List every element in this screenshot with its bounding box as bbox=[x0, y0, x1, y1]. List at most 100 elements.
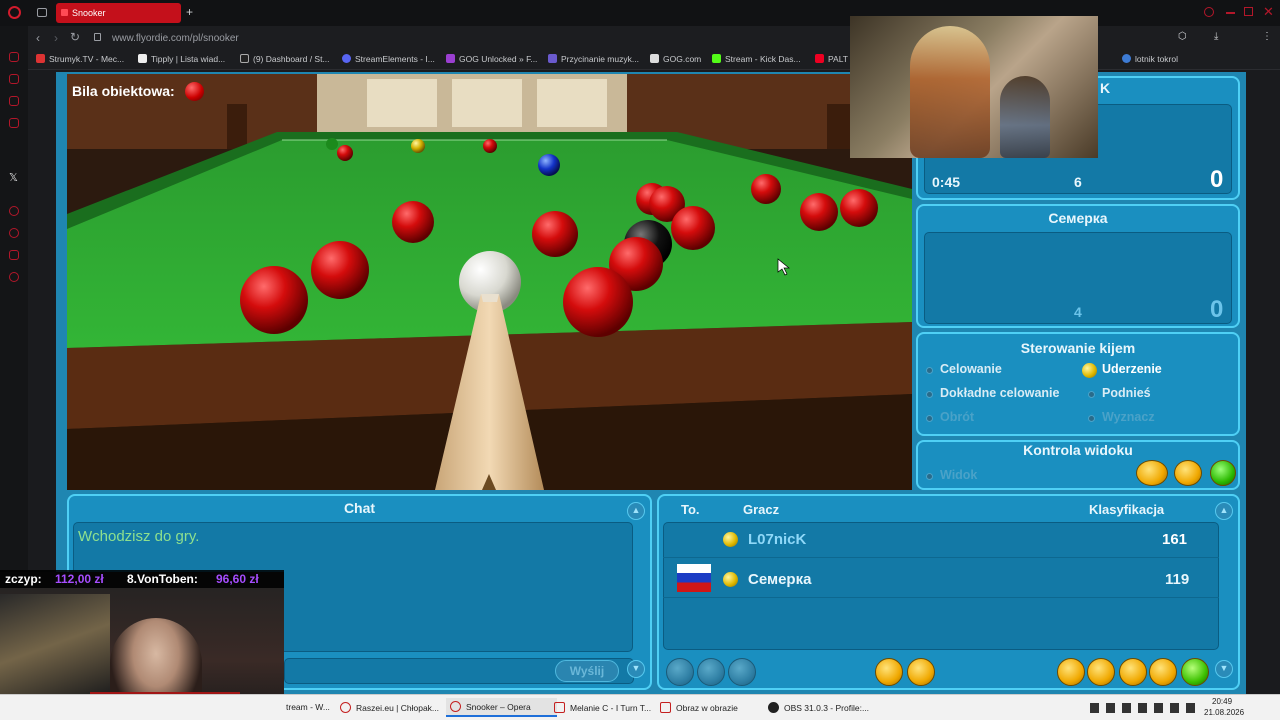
bookmark-gog[interactable]: GOG.com bbox=[650, 54, 701, 64]
tab-switcher-icon[interactable] bbox=[37, 8, 47, 17]
rotate-view-button[interactable] bbox=[1174, 460, 1202, 486]
option-podnies[interactable]: Podnieś bbox=[1102, 386, 1151, 400]
clock-time[interactable]: 20:49 bbox=[1212, 697, 1232, 706]
video-figure bbox=[1000, 76, 1050, 158]
chat-scroll-up-icon[interactable]: ▲ bbox=[627, 502, 645, 520]
tray-icons[interactable] bbox=[1090, 703, 1200, 713]
player1-timer: 0:45 bbox=[932, 174, 961, 190]
menu-icon[interactable]: ⋮ bbox=[1262, 31, 1272, 42]
history-icon[interactable] bbox=[9, 228, 19, 238]
invite-icon[interactable] bbox=[666, 658, 694, 686]
player-rating: 119 bbox=[1165, 571, 1190, 588]
option-widok[interactable]: Widok bbox=[940, 468, 977, 482]
sound-icon[interactable] bbox=[907, 658, 935, 686]
window-search-icon[interactable] bbox=[1204, 7, 1214, 17]
picture-in-picture-video[interactable] bbox=[850, 16, 1098, 158]
tab-title: Snooker bbox=[72, 8, 106, 18]
new-table-icon[interactable] bbox=[1057, 658, 1085, 686]
bookmark-strumyk[interactable]: Strumyk.TV - Mec... bbox=[36, 54, 124, 64]
help-icon[interactable] bbox=[1149, 658, 1177, 686]
bookmark-palt[interactable]: PALT bbox=[815, 54, 848, 64]
radio-dokladne[interactable] bbox=[926, 391, 933, 398]
top-view-button[interactable] bbox=[1210, 460, 1236, 486]
tab-snooker[interactable]: Snooker bbox=[56, 3, 181, 23]
close-icon[interactable]: ✕ bbox=[1263, 4, 1274, 20]
chat-bubble-icon[interactable] bbox=[1119, 658, 1147, 686]
player1-ball-count: 6 bbox=[1074, 174, 1082, 190]
reload-icon[interactable]: ↻ bbox=[70, 30, 80, 44]
object-ball-indicator-icon bbox=[185, 82, 204, 101]
bookmark-przycinanie[interactable]: Przycinanie muzyk... bbox=[548, 54, 639, 64]
profile-icon[interactable] bbox=[697, 658, 725, 686]
snooker-favicon-icon bbox=[61, 9, 68, 16]
clock-date[interactable]: 21.08.2026 bbox=[1204, 708, 1244, 717]
pinboard-icon[interactable] bbox=[9, 250, 19, 260]
messenger-icon[interactable] bbox=[9, 52, 19, 62]
opera-logo-icon[interactable] bbox=[8, 6, 21, 19]
bookmark-kick[interactable]: Stream - Kick Das... bbox=[712, 54, 801, 64]
taskbar: tream - W... Raszei.eu | Chłopak... Snoo… bbox=[0, 694, 1280, 720]
donation-ticker: zczyp: 112,00 zł 8.VonToben: 96,60 zł bbox=[0, 570, 284, 588]
ignore-icon[interactable] bbox=[728, 658, 756, 686]
donor-name: 8.VonToben: bbox=[127, 572, 198, 586]
video-figure bbox=[910, 26, 990, 158]
donor-name: zczyp: bbox=[5, 572, 42, 586]
task-melanie[interactable]: Melanie C - I Turn T... bbox=[554, 702, 651, 713]
task-stream[interactable]: tream - W... bbox=[286, 702, 330, 712]
bookmark-lotnik[interactable]: lotnik tokrol bbox=[1122, 54, 1178, 64]
download-icon[interactable]: ⤓ bbox=[1214, 31, 1218, 42]
settings-icon[interactable] bbox=[9, 272, 19, 282]
radio-celowanie[interactable] bbox=[926, 367, 933, 374]
instagram-icon[interactable] bbox=[9, 96, 19, 106]
option-uderzenie[interactable]: Uderzenie bbox=[1102, 362, 1162, 376]
forward-icon[interactable]: › bbox=[54, 31, 58, 45]
task-pip[interactable]: Obraz w obrazie bbox=[660, 702, 738, 713]
player-name[interactable]: L07nicK bbox=[748, 531, 806, 548]
table-scene[interactable] bbox=[67, 74, 912, 490]
chat-send-button[interactable]: Wyślij bbox=[555, 660, 619, 682]
player-status-icon bbox=[723, 532, 738, 547]
radio-obrot[interactable] bbox=[926, 415, 933, 422]
player-name[interactable]: Семерка bbox=[748, 571, 811, 588]
radio-podnies[interactable] bbox=[1088, 391, 1095, 398]
new-tab-button[interactable]: + bbox=[186, 5, 193, 19]
option-celowanie[interactable]: Celowanie bbox=[940, 362, 1002, 376]
players-panel: To. Gracz Klasyfikacja ▲ L07nicK 161 Сем… bbox=[657, 494, 1240, 690]
player-rating: 161 bbox=[1162, 531, 1188, 548]
players-scroll-down-icon[interactable]: ▼ bbox=[1215, 660, 1233, 678]
extensions-icon[interactable]: ⬡ bbox=[1178, 31, 1187, 42]
cue-control-panel: Sterowanie kijem Celowanie Uderzenie Dok… bbox=[916, 332, 1240, 436]
maximize-icon[interactable] bbox=[1244, 7, 1253, 16]
x-twitter-icon[interactable]: 𝕏 bbox=[9, 171, 18, 184]
radio-uderzenie-selected[interactable] bbox=[1082, 363, 1097, 378]
player-status-icon bbox=[723, 572, 738, 587]
minimize-icon[interactable] bbox=[1226, 12, 1235, 14]
snooker-table-view[interactable]: Bila obiektowa: bbox=[67, 74, 912, 490]
bookmark-streamelements[interactable]: StreamElements - I... bbox=[342, 54, 435, 64]
task-raszei[interactable]: Raszei.eu | Chłopak... bbox=[340, 702, 439, 713]
player-row[interactable]: Семерка 119 bbox=[663, 560, 1219, 598]
option-wyznacz[interactable]: Wyznacz bbox=[1102, 410, 1155, 424]
zoom-view-button[interactable] bbox=[1136, 460, 1168, 486]
player-row[interactable]: L07nicK 161 bbox=[663, 522, 1219, 558]
bookmark-tipply[interactable]: Tipply | Lista wiad... bbox=[138, 54, 225, 64]
settings-gear-icon[interactable] bbox=[875, 658, 903, 686]
radio-wyznacz[interactable] bbox=[1088, 415, 1095, 422]
discord-icon[interactable] bbox=[9, 118, 19, 128]
exit-icon[interactable] bbox=[1181, 658, 1209, 686]
player-icon[interactable] bbox=[9, 206, 19, 216]
trophy-icon[interactable] bbox=[1087, 658, 1115, 686]
option-dokladne-celowanie[interactable]: Dokładne celowanie bbox=[940, 386, 1059, 400]
radio-widok[interactable] bbox=[926, 473, 933, 480]
back-icon[interactable]: ‹ bbox=[36, 31, 40, 45]
bookmark-dashboard[interactable]: (9) Dashboard / St... bbox=[240, 54, 330, 64]
task-snooker-opera[interactable]: Snooker – Opera bbox=[446, 698, 557, 717]
task-obs[interactable]: OBS 31.0.3 - Profile:... bbox=[768, 702, 869, 713]
whatsapp-icon[interactable] bbox=[9, 74, 19, 84]
url-field[interactable]: www.flyordie.com/pl/snooker bbox=[112, 33, 239, 44]
chat-scroll-down-icon[interactable]: ▼ bbox=[627, 660, 645, 678]
bookmark-gog-unlocked[interactable]: GOG Unlocked » F... bbox=[446, 54, 537, 64]
view-control-panel: Kontrola widoku Widok bbox=[916, 440, 1240, 490]
option-obrot[interactable]: Obrót bbox=[940, 410, 974, 424]
players-scroll-up-icon[interactable]: ▲ bbox=[1215, 502, 1233, 520]
